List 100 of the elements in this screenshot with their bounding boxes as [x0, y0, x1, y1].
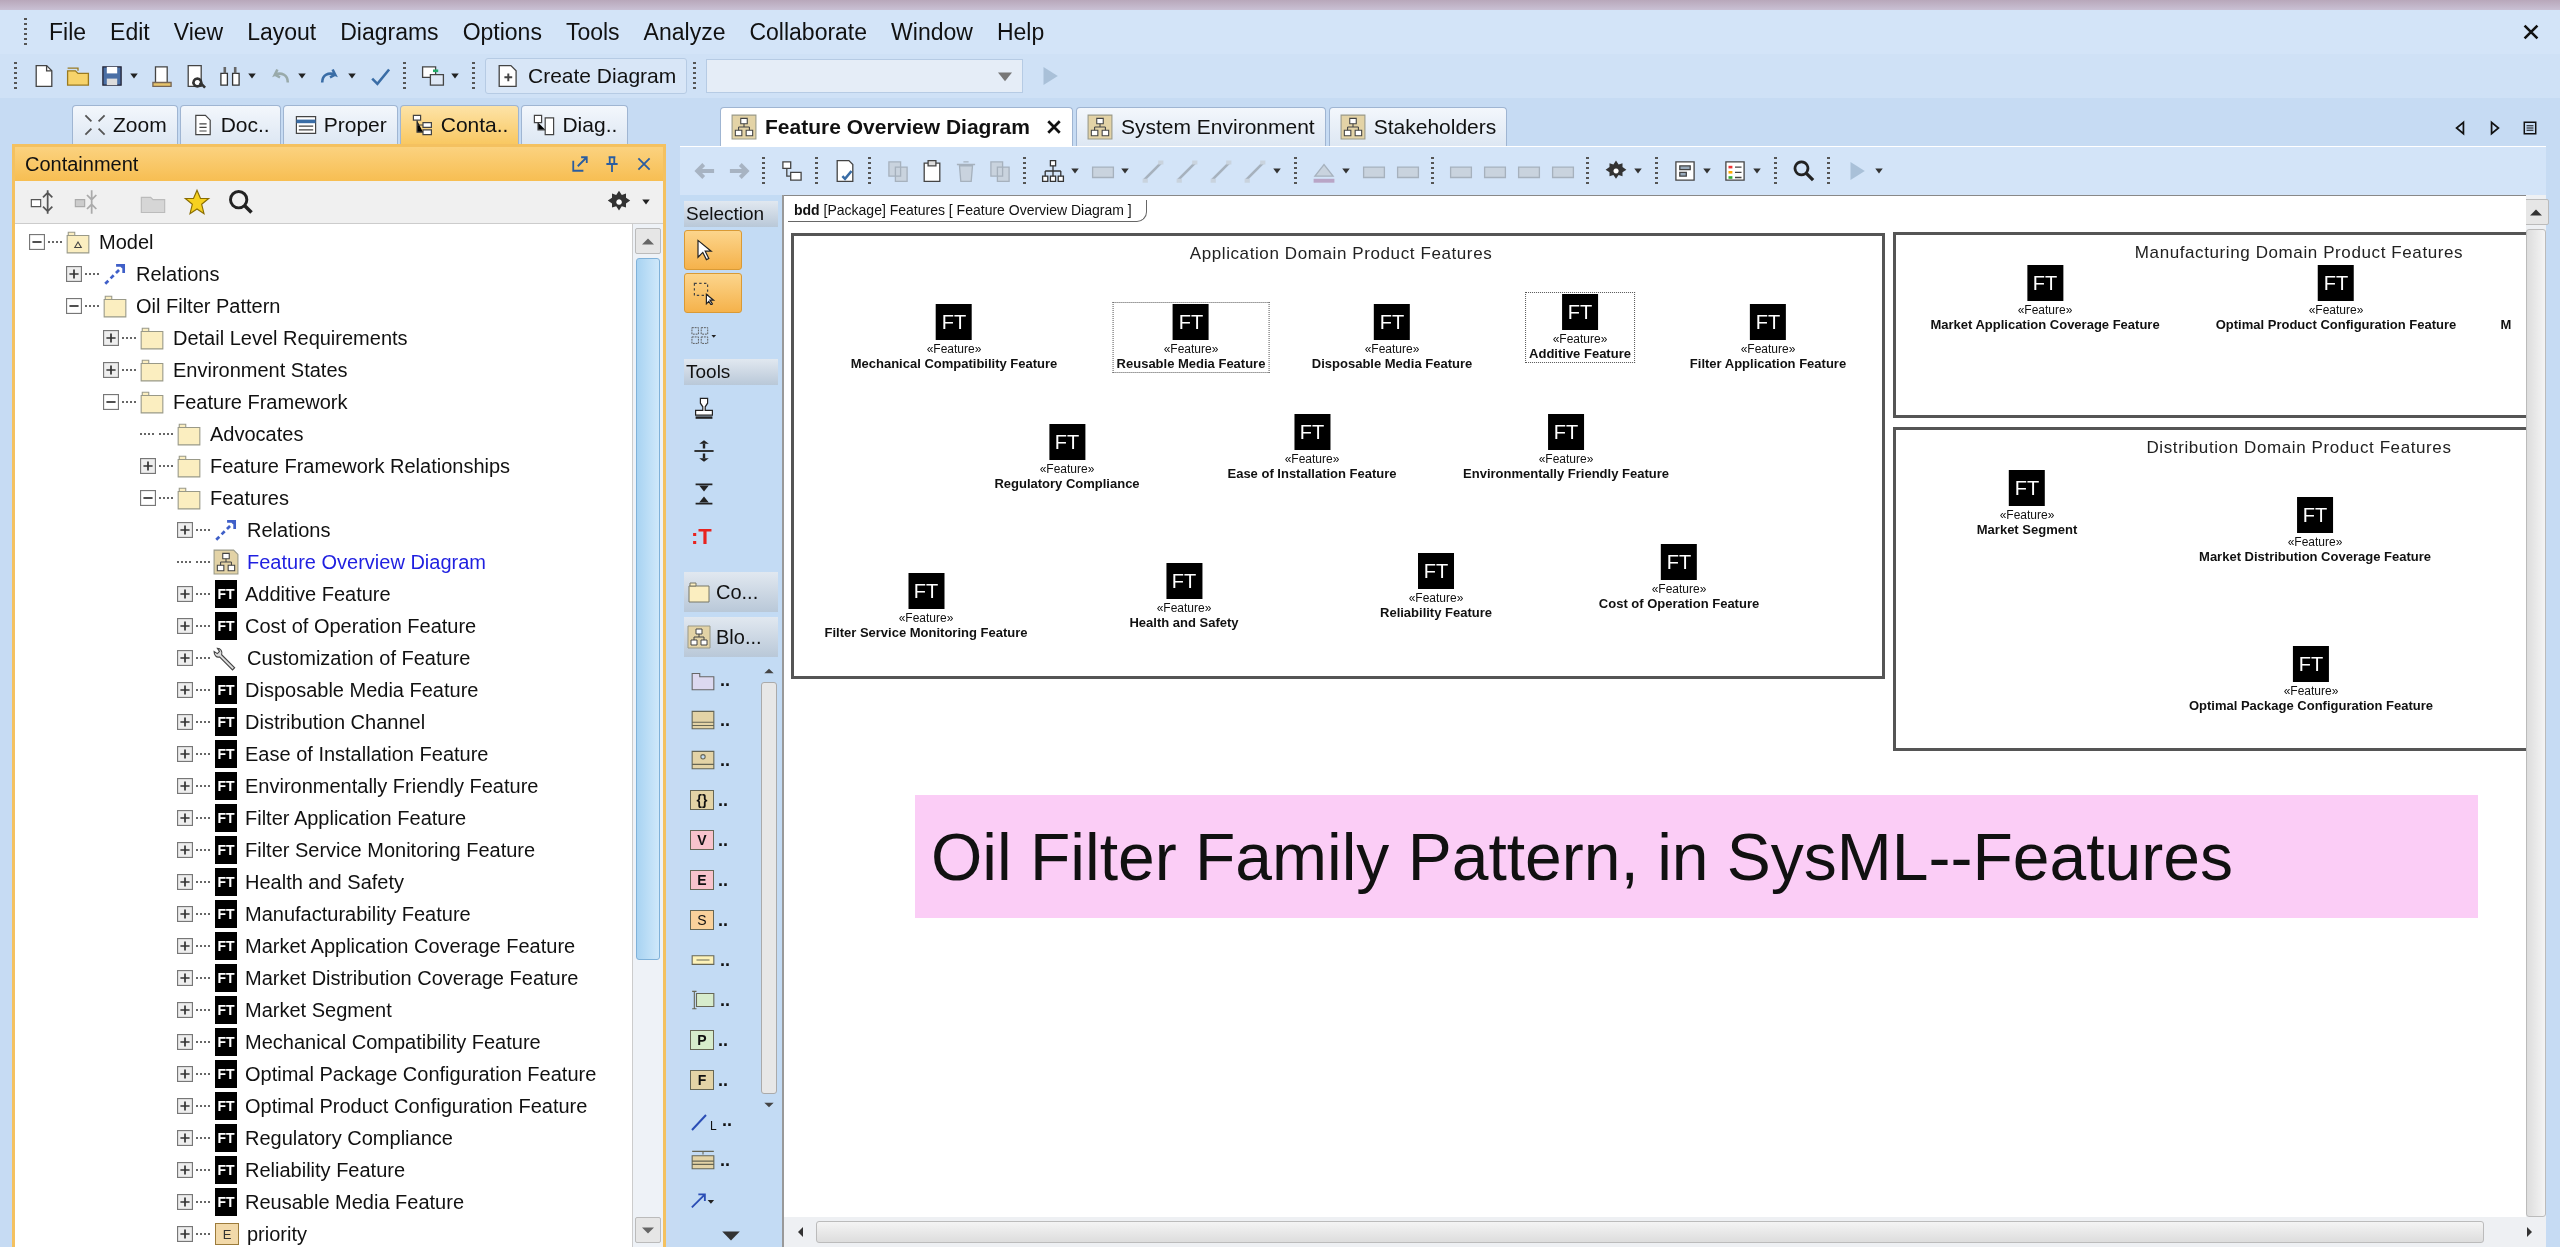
- caret-icon[interactable]: [129, 71, 139, 81]
- feature-node[interactable]: M: [2496, 315, 2516, 334]
- instance-icon[interactable]: [690, 1148, 716, 1172]
- expand-icon[interactable]: [177, 778, 193, 794]
- block-icon[interactable]: [690, 708, 716, 732]
- close-icon[interactable]: [1045, 119, 1062, 135]
- expand-icon[interactable]: [177, 618, 193, 634]
- feature-node[interactable]: FT «Feature» Health and Safety: [1125, 561, 1243, 632]
- palette-section-header[interactable]: Selection: [684, 201, 778, 227]
- expand-icon[interactable]: [177, 1034, 193, 1050]
- star-icon[interactable]: [183, 188, 211, 216]
- panel-tab[interactable]: Diag..: [521, 105, 629, 144]
- diagram-tab[interactable]: Feature Overview Diagram: [720, 107, 1073, 146]
- menu-item[interactable]: Edit: [110, 18, 150, 46]
- tool-label[interactable]: ..: [718, 869, 728, 891]
- tree-view-icon[interactable]: [779, 158, 805, 184]
- feature-node[interactable]: FT «Feature» Regulatory Compliance: [990, 422, 1144, 493]
- expand-icon[interactable]: [177, 1226, 193, 1242]
- element-icon[interactable]: {}: [690, 790, 714, 810]
- tree-item[interactable]: Reusable Media Feature: [245, 1190, 464, 1214]
- tool-label[interactable]: ..: [720, 749, 730, 771]
- tree-item[interactable]: Manufacturability Feature: [245, 902, 471, 926]
- legend-icon[interactable]: [1722, 158, 1748, 184]
- caret-icon[interactable]: [641, 197, 651, 207]
- scrollbar-thumb[interactable]: [816, 1221, 2484, 1243]
- expand-icon[interactable]: [103, 362, 119, 378]
- collapse-icon[interactable]: [29, 234, 45, 250]
- element-icon[interactable]: F: [690, 1070, 714, 1090]
- tree-item[interactable]: Ease of Installation Feature: [245, 742, 489, 766]
- menu-item[interactable]: Layout: [247, 18, 317, 46]
- palette-section-header[interactable]: Tools: [684, 359, 778, 385]
- tree-item[interactable]: Filter Application Feature: [245, 806, 467, 830]
- feature-node[interactable]: FT «Feature» Market Segment: [1972, 468, 2082, 539]
- feature-node[interactable]: FT «Feature» Optimal Product Configuration Feature: [2211, 263, 2461, 334]
- panel-tab[interactable]: Conta..: [399, 105, 520, 144]
- feature-node[interactable]: FT «Feature» Cost of Operation Feature: [1594, 542, 1764, 613]
- feature-node[interactable]: FT «Feature» Environmentally Friendly Feature: [1459, 412, 1673, 483]
- caret-icon[interactable]: [297, 71, 307, 81]
- panel-tab[interactable]: Proper: [282, 105, 398, 144]
- expand-icon[interactable]: [177, 746, 193, 762]
- tree-item[interactable]: Cost of Operation Feature: [245, 614, 477, 638]
- tree-item[interactable]: Disposable Media Feature: [245, 678, 479, 702]
- tree-item[interactable]: Features: [210, 486, 289, 510]
- tree-item[interactable]: Feature Framework: [173, 390, 348, 414]
- tool-label[interactable]: ..: [718, 829, 728, 851]
- expand-icon[interactable]: [177, 1194, 193, 1210]
- tree-item[interactable]: Oil Filter Pattern: [136, 294, 281, 318]
- collapse-icon[interactable]: [140, 490, 156, 506]
- diagram-tab[interactable]: Stakeholders: [1328, 107, 1508, 146]
- menu-item[interactable]: Diagrams: [340, 18, 439, 46]
- layout-icon[interactable]: [1672, 158, 1698, 184]
- expand-icon[interactable]: [103, 330, 119, 346]
- palette-tool[interactable]: [684, 273, 742, 313]
- tool-label[interactable]: ..: [720, 989, 730, 1011]
- scrollbar-thumb[interactable]: [2526, 228, 2546, 1217]
- expand-icon[interactable]: [177, 650, 193, 666]
- panel-tab[interactable]: Doc..: [179, 105, 281, 144]
- caret-icon[interactable]: [1874, 166, 1884, 176]
- menu-item[interactable]: Collaborate: [749, 18, 868, 46]
- menu-item[interactable]: Window: [891, 18, 973, 46]
- caret-icon[interactable]: [1341, 166, 1351, 176]
- menu-item[interactable]: File: [49, 18, 87, 46]
- expand-icon[interactable]: [66, 266, 82, 282]
- expand-icon[interactable]: [177, 1162, 193, 1178]
- tree-item[interactable]: Mechanical Compatibility Feature: [245, 1030, 541, 1054]
- tree-item[interactable]: Model: [99, 230, 154, 254]
- tree-item[interactable]: Advocates: [210, 422, 304, 446]
- tool-label[interactable]: ..: [718, 1069, 728, 1091]
- caret-icon[interactable]: [347, 71, 357, 81]
- expand-icon[interactable]: [177, 1002, 193, 1018]
- tree-item[interactable]: Environmentally Friendly Feature: [245, 774, 539, 798]
- hierarchy-icon[interactable]: [1040, 158, 1066, 184]
- tool-label[interactable]: ..: [720, 669, 730, 691]
- pin-icon[interactable]: [603, 155, 621, 173]
- palette-group-header[interactable]: Blo...: [684, 617, 778, 657]
- caret-icon[interactable]: [1752, 166, 1762, 176]
- collapse-icon[interactable]: [66, 298, 82, 314]
- caret-icon[interactable]: [1633, 166, 1643, 176]
- window-swap-icon[interactable]: [420, 63, 446, 89]
- expand-icon[interactable]: [177, 682, 193, 698]
- scrollbar-thumb[interactable]: [761, 682, 777, 1094]
- expand-icon[interactable]: [177, 874, 193, 890]
- tree-item[interactable]: Relations: [136, 262, 220, 286]
- more-icon[interactable]: [720, 1229, 742, 1243]
- tab-list-icon[interactable]: [2522, 120, 2538, 136]
- tree-item[interactable]: Filter Service Monitoring Feature: [245, 838, 536, 862]
- expand-icon[interactable]: [177, 1098, 193, 1114]
- element-icon[interactable]: S: [690, 910, 714, 930]
- tool-label[interactable]: ..: [722, 1109, 732, 1131]
- expand-icon[interactable]: [177, 1066, 193, 1082]
- expand-icon[interactable]: [177, 810, 193, 826]
- tree-item[interactable]: Feature Framework Relationships: [210, 454, 511, 478]
- tool-label[interactable]: ..: [720, 1149, 730, 1171]
- tree-item[interactable]: Market Segment: [245, 998, 392, 1022]
- tool-label[interactable]: ..: [720, 949, 730, 971]
- tree-item[interactable]: Market Distribution Coverage Feature: [245, 966, 579, 990]
- feature-node[interactable]: FT «Feature» Market Application Coverage Feature: [1926, 263, 2164, 334]
- feature-node[interactable]: FT «Feature» Reliability Feature: [1376, 551, 1496, 622]
- expand-icon[interactable]: [177, 970, 193, 986]
- scroll-down-icon[interactable]: [635, 1217, 661, 1243]
